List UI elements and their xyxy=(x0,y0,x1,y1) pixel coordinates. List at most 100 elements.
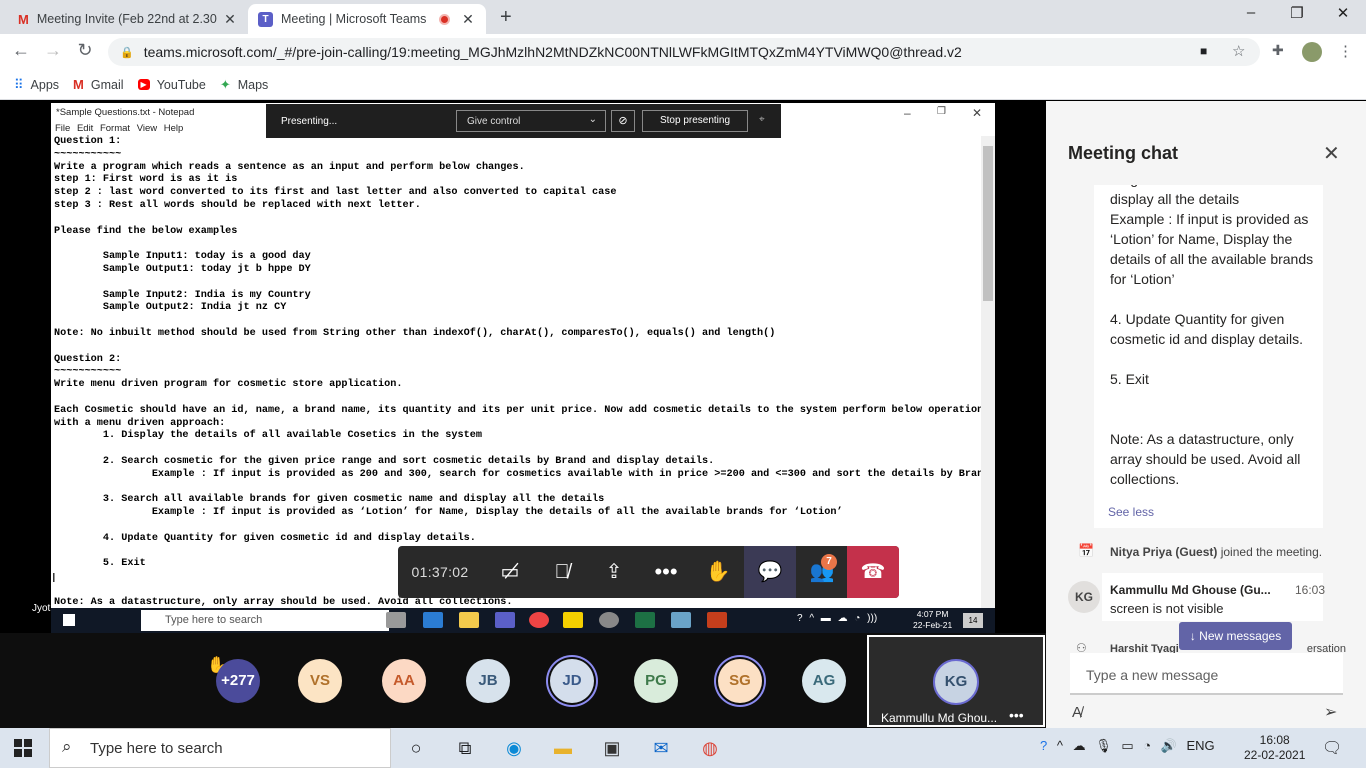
text-cursor-icon: I xyxy=(52,570,56,585)
chat-card-line xyxy=(1110,389,1315,409)
participant-avatar[interactable]: AG xyxy=(802,659,846,703)
more-actions-icon[interactable]: ••• xyxy=(640,546,692,598)
chat-message-card: for given cosmetic name and display all … xyxy=(1094,185,1323,528)
participant-avatar[interactable]: VS xyxy=(298,659,342,703)
excel-icon xyxy=(635,612,655,628)
bookmark-maps[interactable]: ✦ Maps xyxy=(220,77,268,93)
bookmark-youtube[interactable]: ▶ YouTube xyxy=(137,78,206,92)
notepad-restore-icon: ❐ xyxy=(937,106,946,117)
system-message-name: Nitya Priya (Guest) xyxy=(1110,545,1218,559)
taskbar-clock[interactable]: 16:08 22-02-2021 xyxy=(1244,733,1305,763)
bookmark-label: Gmail xyxy=(90,77,124,92)
camera-icon[interactable]: ■ xyxy=(1200,44,1207,58)
shared-search-box: Type here to search xyxy=(141,610,389,631)
participant-avatar[interactable]: PG xyxy=(634,659,678,703)
notepad-scrollbar xyxy=(981,136,995,633)
file-explorer-icon[interactable]: ▬ xyxy=(550,736,576,760)
notepad-close-icon: ✕ xyxy=(972,106,983,120)
taskbar-search[interactable]: ⌕ Type here to search xyxy=(49,728,391,768)
participant-avatar[interactable]: SG xyxy=(718,659,762,703)
close-window-button[interactable]: ✕ xyxy=(1320,4,1366,28)
close-icon[interactable]: ✕ xyxy=(1323,141,1340,166)
notepad-menu-format: Format xyxy=(99,123,131,134)
gmail-icon: M xyxy=(18,11,29,27)
notepad-menu-view: View xyxy=(136,123,158,134)
shared-time: 4:07 PM xyxy=(916,609,949,619)
chat-icon[interactable]: 💬 xyxy=(744,546,796,598)
participant-avatar[interactable]: +277 xyxy=(216,659,260,703)
notification-icon[interactable]: 🗨 xyxy=(1322,738,1342,758)
back-icon[interactable]: ← xyxy=(8,40,34,64)
store-icon[interactable]: ▣ xyxy=(599,736,625,760)
mic-off-icon[interactable]: 🎙̸ xyxy=(536,546,588,598)
browser-tab-bar: M Meeting Invite (Feb 22nd at 2.30 ✕ T M… xyxy=(0,0,1366,34)
shared-notification-icon: 14 xyxy=(963,613,983,628)
minimize-button[interactable]: – xyxy=(1228,4,1274,28)
notepad-menu: File Edit Format View Help xyxy=(55,123,183,134)
shared-date: 22-Feb-21 xyxy=(913,620,953,630)
task-view-icon[interactable]: ⧉ xyxy=(452,736,478,760)
camera-off-icon[interactable]: ▭̸ xyxy=(484,546,536,598)
message-time: 16:03 xyxy=(1295,583,1326,597)
system-message-text: joined the meeting. xyxy=(1217,545,1323,559)
help-icon: ? xyxy=(1040,738,1048,753)
see-less-link[interactable]: See less xyxy=(1108,505,1154,519)
participant-avatar[interactable]: JD xyxy=(550,659,594,703)
profile-avatar[interactable] xyxy=(1302,42,1322,62)
give-control-label: Give control xyxy=(467,116,521,127)
chat-card-line: Example : If input is provided as ‘Lotio… xyxy=(1110,211,1314,287)
bookmark-apps[interactable]: ⠿ Apps xyxy=(14,77,59,93)
participant-avatar[interactable]: JB xyxy=(466,659,510,703)
chat-card-line xyxy=(1110,349,1315,369)
tab-teams[interactable]: T Meeting | Microsoft Teams ✕ xyxy=(248,4,486,34)
teams-icon: T xyxy=(258,11,273,27)
settings-icon xyxy=(599,612,619,628)
extensions-icon[interactable]: ✚ xyxy=(1272,42,1284,59)
chrome-icon[interactable]: ◍ xyxy=(697,736,723,760)
close-tab-icon[interactable]: ✕ xyxy=(460,11,476,28)
raise-hand-icon[interactable]: ✋ xyxy=(692,546,744,598)
participants-icon[interactable]: 👥 xyxy=(796,546,848,598)
youtube-icon: ▶ xyxy=(137,79,150,90)
new-tab-button[interactable]: + xyxy=(500,6,512,29)
new-messages-button[interactable]: ↓ New messages xyxy=(1179,622,1292,650)
notepad-menu-help: Help xyxy=(163,123,184,134)
star-icon[interactable]: ☆ xyxy=(1232,42,1245,60)
reload-icon[interactable]: ↻ xyxy=(72,40,98,64)
hang-up-button[interactable]: ☎ xyxy=(847,546,899,598)
tab-gmail[interactable]: M Meeting Invite (Feb 22nd at 2.30 ✕ xyxy=(8,4,248,34)
send-icon[interactable]: ➢ xyxy=(1324,702,1337,722)
windows-icon[interactable] xyxy=(14,739,32,757)
meeting-controls: 01:37:02 ▭̸ 🎙̸ ⇪ ••• ✋ 💬 👥 7 ☎ xyxy=(398,546,899,598)
mail-icon[interactable]: ✉ xyxy=(648,736,674,760)
new-messages-label: New messages xyxy=(1199,629,1282,643)
chevron-up-icon: ^ xyxy=(1056,738,1063,753)
featured-participant-tile[interactable]: KG Kammullu Md Ghou... ••• xyxy=(867,635,1045,727)
presenting-toolbar: Presenting... Give control ⌄ ⊘ Stop prese… xyxy=(266,104,781,138)
restore-button[interactable]: ❐ xyxy=(1274,4,1320,28)
participant-avatar[interactable]: AA xyxy=(382,659,426,703)
cortana-icon[interactable]: ○ xyxy=(403,736,429,760)
chrome-icon xyxy=(529,612,549,628)
notepad-menu-edit: Edit xyxy=(76,123,94,134)
teams-icon xyxy=(495,612,515,628)
forward-icon[interactable]: → xyxy=(40,40,66,64)
close-tab-icon[interactable]: ✕ xyxy=(222,11,238,28)
bookmark-label: Maps xyxy=(237,77,269,92)
share-screen-icon[interactable]: ⇪ xyxy=(588,546,640,598)
address-bar[interactable]: 🔒 teams.microsoft.com/_#/pre-join-callin… xyxy=(108,38,1260,66)
edge-icon[interactable]: ◉ xyxy=(501,736,527,760)
bookmark-gmail[interactable]: M Gmail xyxy=(73,77,124,92)
chevron-down-icon: ⌄ xyxy=(588,114,597,125)
mute-sound-icon: ⊘ xyxy=(611,110,635,132)
system-message: Nitya Priya (Guest) joined the meeting. xyxy=(1110,545,1322,559)
format-icon[interactable]: A̸ xyxy=(1072,704,1082,721)
menu-icon[interactable]: ⋮ xyxy=(1338,42,1353,60)
message-author: Kammullu Md Ghouse (Gu... xyxy=(1110,583,1271,597)
system-tray[interactable]: ? ^ ☁ 🎙 ▭ ◔ 🔊 ENG xyxy=(1040,738,1215,754)
chat-title: Meeting chat xyxy=(1068,143,1179,163)
compose-input[interactable]: Type a new message xyxy=(1070,653,1343,695)
more-options-icon[interactable]: ••• xyxy=(1009,707,1024,723)
shared-tray-icons: ? ^ ▬ ☁ ◔ ))) xyxy=(797,613,878,624)
participants-count-badge: 7 xyxy=(821,554,837,570)
